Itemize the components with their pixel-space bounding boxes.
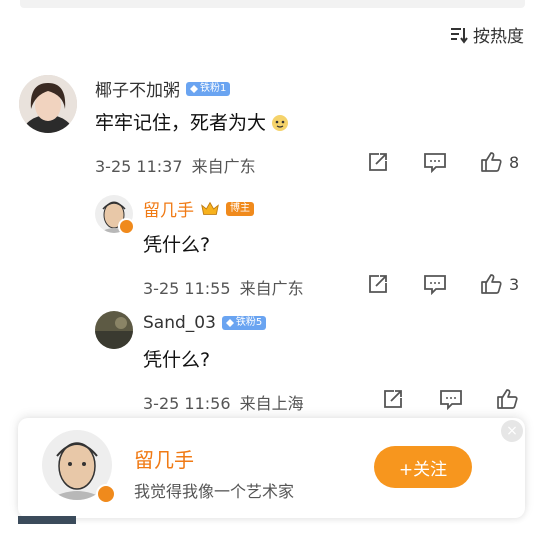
- comment-meta: 3-25 11:37 来自广东: [95, 157, 256, 176]
- reply-meta: 3-25 11:56 来自上海: [143, 394, 304, 413]
- reply-text: 凭什么?: [143, 349, 211, 371]
- reply-username[interactable]: 留几手 博主: [143, 196, 254, 221]
- fan-badge: 铁粉5: [221, 316, 267, 330]
- role-badge: 博主: [226, 201, 254, 216]
- like-icon: [497, 389, 518, 409]
- avatar[interactable]: [95, 311, 133, 349]
- vip-badge-icon: [225, 319, 234, 327]
- reply-text: 凭什么?: [143, 234, 211, 256]
- follow-button[interactable]: +关注: [374, 446, 472, 488]
- like-count: 3: [509, 274, 520, 294]
- crown-icon: [201, 201, 219, 215]
- comment-icon: [424, 275, 446, 295]
- card-username[interactable]: 留几手: [134, 444, 194, 473]
- comment-button[interactable]: [439, 388, 463, 410]
- reply-username[interactable]: Sand_03 铁粉5: [143, 313, 267, 333]
- share-button[interactable]: [382, 388, 404, 410]
- comment-username[interactable]: 椰子不加粥 铁粉1: [95, 76, 231, 101]
- fan-badge: 铁粉1: [186, 81, 231, 96]
- card-bio: 我觉得我像一个艺术家: [134, 482, 295, 501]
- bottom-edge: [18, 516, 76, 524]
- verified-badge: [96, 484, 116, 504]
- emoji-icon: [272, 114, 289, 131]
- comment-icon: [440, 390, 462, 410]
- close-icon[interactable]: ×: [501, 420, 523, 442]
- like-icon: [481, 152, 502, 172]
- sort-by-heat-button[interactable]: 按热度: [449, 22, 524, 47]
- comment-text: 牢牢记住，死者为大: [95, 108, 290, 135]
- share-button[interactable]: [367, 151, 389, 173]
- share-icon: [369, 153, 387, 171]
- vip-badge-icon: [190, 84, 198, 93]
- like-count: 8: [509, 152, 520, 172]
- verified-badge: [118, 218, 135, 235]
- like-button[interactable]: 8: [479, 150, 519, 174]
- share-button[interactable]: [367, 273, 389, 295]
- follow-card: 留几手 我觉得我像一个艺术家 +关注 ×: [18, 418, 525, 518]
- sort-icon: [451, 27, 468, 44]
- previous-content-edge: [20, 0, 525, 8]
- share-icon: [384, 390, 402, 408]
- like-icon: [481, 274, 502, 294]
- like-button[interactable]: [495, 387, 525, 411]
- sort-label: 按热度: [473, 27, 524, 47]
- comment-button[interactable]: [423, 273, 447, 295]
- avatar[interactable]: [19, 75, 77, 133]
- like-button[interactable]: 3: [479, 272, 519, 296]
- comment-button[interactable]: [423, 151, 447, 173]
- reply-meta: 3-25 11:55 来自广东: [143, 279, 304, 298]
- share-icon: [369, 275, 387, 293]
- comment-icon: [424, 153, 446, 173]
